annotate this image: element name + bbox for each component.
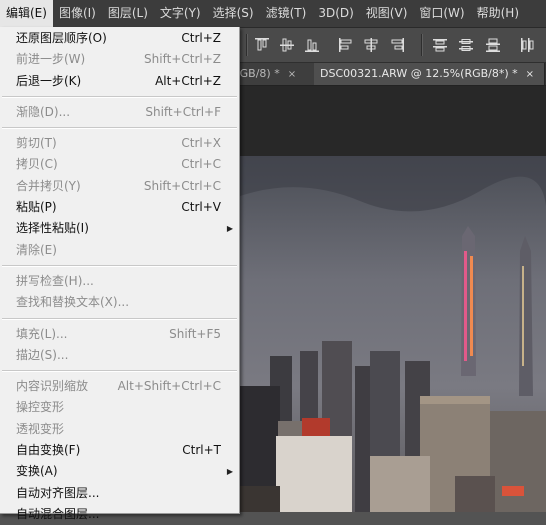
menu-bar: 编辑(E) 图像(I) 图层(L) 文字(Y) 选择(S) 滤镜(T) 3D(D) 视图(V)… xyxy=(0,0,546,28)
menu-item[interactable]: 操控变形 xyxy=(0,397,239,418)
menu-item-label: 渐隐(D)... xyxy=(16,104,71,119)
menubar-item-6[interactable]: 3D(D) xyxy=(312,0,359,27)
menu-item-label: 拼写检查(H)... xyxy=(16,273,94,288)
menu-separator xyxy=(2,127,237,130)
align-horizontal-centers-icon[interactable] xyxy=(363,37,379,53)
close-icon[interactable]: × xyxy=(526,69,534,80)
menu-item-label: 透视变形 xyxy=(16,421,65,436)
menu-item[interactable]: 还原图层顺序(O) Ctrl+Z xyxy=(0,28,239,49)
menu-item-label: 拷贝(C) xyxy=(16,157,58,172)
menu-item-shortcut: Ctrl+V xyxy=(181,200,221,215)
edit-menu-dropdown: 还原图层顺序(O) Ctrl+Z 前进一步(W) Shift+Ctrl+Z 后退一步(K… xyxy=(0,27,240,521)
distribute-vertical-centers-icon[interactable] xyxy=(458,37,474,53)
menu-item[interactable]: 拼写检查(H)... xyxy=(0,271,239,292)
menubar-item-2[interactable]: 图层(L) xyxy=(102,0,154,27)
align-right-edges-icon[interactable] xyxy=(389,37,405,53)
menu-item[interactable]: 内容识别缩放 Alt+Shift+Ctrl+C xyxy=(0,376,239,397)
menu-item-label: 变换(A) xyxy=(16,464,58,479)
menu-item-shortcut: Alt+Shift+Ctrl+C xyxy=(117,379,221,394)
menu-item[interactable]: 自动对齐图层... xyxy=(0,483,239,504)
align-vertical-centers-icon[interactable] xyxy=(279,37,295,53)
submenu-arrow-icon: ▶ xyxy=(226,224,233,234)
options-separator xyxy=(246,34,248,56)
menu-item-shortcut: Ctrl+X xyxy=(181,136,221,151)
menubar-item-5[interactable]: 滤镜(T) xyxy=(260,0,313,27)
menu-item-shortcut: Shift+Ctrl+F xyxy=(145,104,221,119)
menu-item-label: 合并拷贝(Y) xyxy=(16,178,81,193)
city-photo-canvas[interactable] xyxy=(240,156,546,512)
menu-item-label: 后退一步(K) xyxy=(16,73,82,88)
menu-item-shortcut: Shift+F5 xyxy=(169,326,221,341)
align-bottom-edges-icon[interactable] xyxy=(304,37,320,53)
menu-item[interactable]: 变换(A) ▶ xyxy=(0,461,239,482)
menu-item-label: 自动对齐图层... xyxy=(16,485,100,500)
menubar-item-3[interactable]: 文字(Y) xyxy=(154,0,207,27)
tab-active-document[interactable]: DSC00321.ARW @ 12.5%(RGB/8*) * × xyxy=(314,63,545,85)
menu-item-shortcut: Ctrl+T xyxy=(182,443,221,458)
menu-item[interactable]: 合并拷贝(Y) Shift+Ctrl+C xyxy=(0,176,239,197)
menu-item-shortcut: Ctrl+C xyxy=(181,157,221,172)
menu-item-label: 还原图层顺序(O) xyxy=(16,31,107,45)
options-separator xyxy=(421,34,423,56)
menu-separator xyxy=(2,370,237,373)
menu-item-label: 清除(E) xyxy=(16,242,57,257)
menu-item-label: 查找和替换文本(X)... xyxy=(16,295,130,310)
menu-item-shortcut: Alt+Ctrl+Z xyxy=(155,73,221,88)
menubar-item-8[interactable]: 窗口(W) xyxy=(413,0,470,27)
align-top-edges-icon[interactable] xyxy=(254,37,270,53)
menu-item[interactable]: 拷贝(C) Ctrl+C xyxy=(0,154,239,175)
menu-item-label: 剪切(T) xyxy=(16,136,57,151)
distribute-top-icon[interactable] xyxy=(432,37,448,53)
menu-separator xyxy=(2,95,237,98)
menu-item[interactable]: 清除(E) xyxy=(0,240,239,261)
menu-item[interactable]: 填充(L)... Shift+F5 xyxy=(0,324,239,345)
menubar-item-0[interactable]: 编辑(E) xyxy=(0,0,53,27)
menu-item-shortcut: Shift+Ctrl+C xyxy=(143,178,221,193)
menu-item[interactable]: 描边(S)... xyxy=(0,345,239,366)
menu-item[interactable]: 渐隐(D)... Shift+Ctrl+F xyxy=(0,102,239,123)
menu-item-label: 自动混合图层... xyxy=(16,506,100,521)
menu-item-label: 内容识别缩放 xyxy=(16,379,89,394)
menu-item[interactable]: 前进一步(W) Shift+Ctrl+Z xyxy=(0,49,239,70)
distribute-left-icon[interactable] xyxy=(519,37,535,53)
tab-label: DSC00321.ARW @ 12.5%(RGB/8*) * xyxy=(320,67,518,80)
menu-item[interactable]: 查找和替换文本(X)... xyxy=(0,292,239,313)
menu-separator xyxy=(2,317,237,320)
menu-item[interactable]: 自动混合图层... xyxy=(0,504,239,525)
menu-item[interactable]: 透视变形 xyxy=(0,419,239,440)
menu-item-label: 选择性粘贴(I) xyxy=(16,221,89,236)
align-left-edges-icon[interactable] xyxy=(338,37,354,53)
menubar-item-7[interactable]: 视图(V) xyxy=(360,0,414,27)
distribute-bottom-icon[interactable] xyxy=(485,37,501,53)
menubar-item-1[interactable]: 图像(I) xyxy=(53,0,102,27)
menu-item-label: 填充(L)... xyxy=(16,326,68,341)
menu-item[interactable]: 剪切(T) Ctrl+X xyxy=(0,133,239,154)
close-icon[interactable]: × xyxy=(288,69,296,80)
menu-item-shortcut: Shift+Ctrl+Z xyxy=(144,52,221,67)
menu-item-label: 前进一步(W) xyxy=(16,52,86,67)
menu-separator xyxy=(2,264,237,267)
menu-item-label: 操控变形 xyxy=(16,400,65,415)
menu-item[interactable]: 粘贴(P) Ctrl+V xyxy=(0,197,239,218)
menu-item[interactable]: 后退一步(K) Alt+Ctrl+Z xyxy=(0,71,239,92)
menu-item-label: 粘贴(P) xyxy=(16,200,57,215)
menu-item-label: 描边(S)... xyxy=(16,347,69,362)
menubar-item-9[interactable]: 帮助(H) xyxy=(471,0,525,27)
menu-item[interactable]: 自由变换(F) Ctrl+T xyxy=(0,440,239,461)
menubar-item-4[interactable]: 选择(S) xyxy=(207,0,260,27)
submenu-arrow-icon: ▶ xyxy=(226,467,233,477)
menu-item[interactable]: 选择性粘贴(I) ▶ xyxy=(0,218,239,239)
menu-item-shortcut: Ctrl+Z xyxy=(181,31,221,45)
menu-item-label: 自由变换(F) xyxy=(16,443,81,458)
